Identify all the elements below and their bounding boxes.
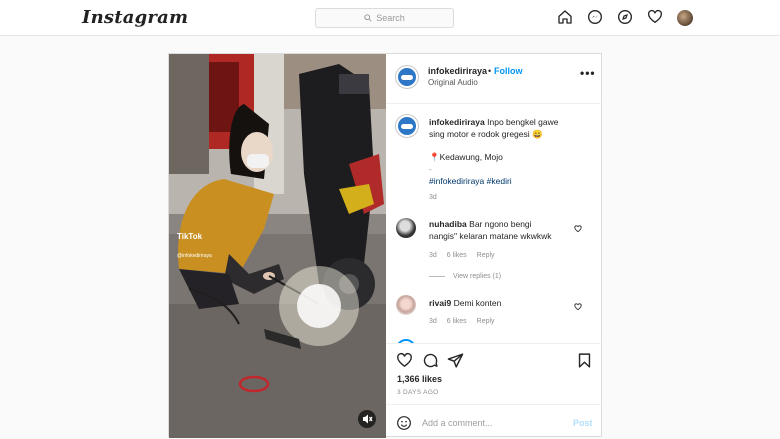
search-icon	[364, 14, 372, 22]
search-input[interactable]: Search	[315, 8, 454, 28]
comment-input[interactable]: Add a comment...	[422, 418, 493, 428]
view-replies-label: View replies (1)	[453, 273, 502, 280]
comment-time: 3d	[429, 252, 437, 259]
post-modal: TikTok @infokediriraya infokediriraya • …	[168, 53, 602, 438]
caption-line1: Inpo bengkel gawe	[487, 117, 559, 127]
top-navigation-bar: Instagram Search	[0, 0, 780, 36]
emoji-icon[interactable]	[396, 415, 412, 431]
post-time: 3 DAYS AGO	[397, 389, 439, 396]
comment-time: 3d	[429, 318, 437, 325]
nav-icons	[557, 9, 693, 26]
comment-meta: 3d 6 likes Reply	[429, 318, 495, 325]
explore-icon[interactable]	[617, 9, 633, 25]
caption-location: 📍Kedawung, Mojo	[429, 152, 503, 162]
tiktok-handle: @infokediriraya	[177, 253, 212, 259]
view-replies-button[interactable]: View replies (1)	[429, 273, 501, 280]
comment-username[interactable]: rivai9	[429, 298, 451, 308]
save-icon[interactable]	[576, 352, 593, 369]
add-comment-bar: Add a comment... Post	[386, 404, 602, 439]
home-icon[interactable]	[557, 9, 573, 25]
mute-button[interactable]	[358, 410, 376, 428]
follow-button[interactable]: Follow	[494, 66, 523, 76]
search-placeholder: Search	[376, 13, 405, 23]
caption-time: 3d	[429, 194, 437, 201]
author-avatar[interactable]	[396, 66, 418, 88]
more-options-button[interactable]: •••	[580, 66, 596, 80]
video-frame	[169, 54, 386, 438]
post-actions: 1,366 likes 3 DAYS AGO Add a comment... …	[386, 343, 602, 438]
comment-text: Demi konten	[453, 298, 502, 308]
speaker-muted-icon	[363, 414, 373, 424]
profile-avatar[interactable]	[677, 10, 693, 26]
caption-hashtags[interactable]: #infokediriraya #kediri	[429, 175, 512, 187]
comment-like-icon[interactable]	[574, 225, 582, 233]
comment-line2: nangis" kelaran matane wkwkwk	[429, 231, 552, 241]
post-sidebar: infokediriraya • Follow Original Audio •…	[386, 54, 602, 438]
comment-like-icon[interactable]	[574, 303, 582, 311]
messenger-icon[interactable]	[587, 9, 603, 25]
commenter-avatar-nuhadiba[interactable]	[396, 218, 416, 238]
comment-icon[interactable]	[422, 352, 439, 369]
caption-text: infokediriraya Inpo bengkel gawe sing mo…	[429, 116, 559, 140]
comment-nuhadiba: nuhadiba Bar ngono bengi nangis" kelaran…	[429, 218, 552, 242]
post-video[interactable]: TikTok @infokediriraya	[169, 54, 386, 438]
caption-username[interactable]: infokediriraya	[429, 117, 485, 127]
comment-username[interactable]: nuhadiba	[429, 219, 467, 229]
comment-rivai9: rivai9 Demi konten	[429, 297, 501, 309]
commenter-avatar-rivai9[interactable]	[396, 295, 416, 315]
divider-line	[429, 276, 445, 277]
likes-count[interactable]: 1,366 likes	[397, 374, 442, 384]
comment-line1: Bar ngono bengi	[469, 219, 532, 229]
heart-icon[interactable]	[647, 9, 663, 25]
post-comment-button[interactable]: Post	[573, 418, 593, 428]
author-username[interactable]: infokediriraya	[428, 66, 487, 76]
caption-dash: -	[429, 164, 432, 174]
instagram-logo[interactable]: Instagram	[82, 7, 188, 28]
comment-likes[interactable]: 6 likes	[447, 252, 467, 259]
audio-label[interactable]: Original Audio	[428, 78, 478, 87]
caption-meta: 3d	[429, 194, 437, 201]
comment-likes[interactable]: 6 likes	[447, 318, 467, 325]
reply-button[interactable]: Reply	[477, 252, 495, 259]
share-icon[interactable]	[447, 352, 464, 369]
post-header: infokediriraya • Follow Original Audio •…	[386, 54, 602, 104]
tiktok-brand: TikTok	[177, 232, 203, 241]
like-icon[interactable]	[396, 352, 413, 369]
reply-button[interactable]: Reply	[477, 318, 495, 325]
separator-dot: •	[488, 66, 492, 76]
caption-avatar[interactable]	[396, 115, 418, 137]
comments-list[interactable]: infokediriraya Inpo bengkel gawe sing mo…	[386, 105, 602, 343]
comment-meta: 3d 6 likes Reply	[429, 252, 495, 259]
caption-line2: sing motor e rodok gregesi 😄	[429, 129, 543, 139]
